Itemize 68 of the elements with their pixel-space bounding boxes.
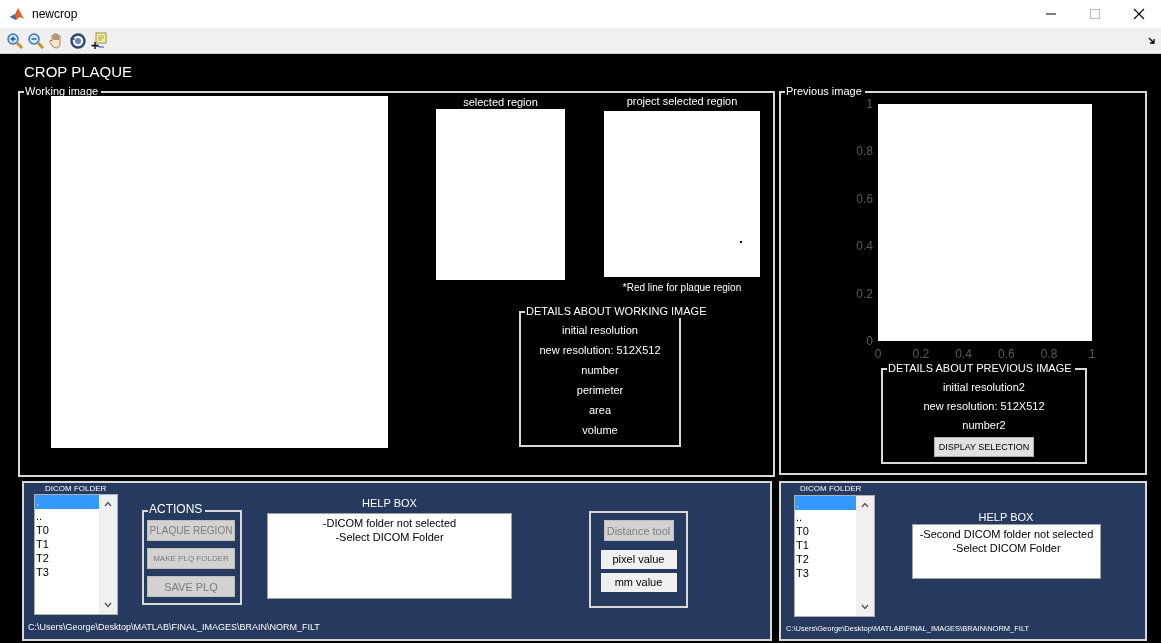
help-title: HELP BOX [977, 511, 1035, 523]
folder-list[interactable]: . .. T0 T1 T2 T3 [794, 495, 875, 617]
tick-label: 0.4 [855, 239, 873, 254]
zoom-out-icon[interactable] [27, 31, 45, 50]
scroll-up-icon[interactable] [861, 502, 869, 508]
tick-label: 0.2 [911, 347, 931, 361]
folder-item[interactable]: .. [35, 509, 99, 523]
detail-text: number2 [962, 418, 1006, 432]
folder-list[interactable]: . .. T0 T1 T2 T3 [34, 494, 118, 615]
window-title: newcrop [32, 7, 78, 21]
folder-item[interactable]: T1 [35, 537, 99, 551]
help-text: -Select DICOM Folder [335, 530, 444, 544]
panel-title: DETAILS ABOUT WORKING IMAGE [525, 305, 710, 318]
tick-label: 0.4 [954, 347, 973, 361]
help-text: -Second DICOM folder not selected [919, 527, 1094, 541]
tick-label: 0.8 [855, 144, 873, 159]
detail-text: number [581, 363, 619, 377]
data-cursor-icon[interactable] [90, 31, 108, 50]
folder-path: C:\Users\George\Desktop\MATLAB\FINAL_IMAGES\BRAIN\NORM_FILT [28, 622, 320, 632]
folder-item[interactable]: T3 [795, 566, 856, 580]
detail-text: volume [582, 423, 618, 437]
folder-item[interactable]: T3 [35, 565, 99, 579]
scrollbar[interactable] [99, 495, 117, 614]
close-icon[interactable] [1133, 8, 1145, 20]
scroll-down-icon[interactable] [861, 604, 869, 610]
axes-title: project selected region [625, 95, 739, 107]
app-icon [9, 6, 25, 22]
tick-label: 0.2 [855, 286, 873, 301]
panel-title: ACTIONS [148, 503, 206, 516]
display-selection-button[interactable]: DISPLAY SELECTION [934, 437, 1034, 457]
detail-text: area [589, 403, 611, 417]
detail-text: initial resolution [562, 323, 638, 337]
tick-label: 0.8 [1039, 347, 1059, 361]
rotate-icon[interactable] [69, 31, 87, 50]
panel-title: Working image [24, 85, 102, 98]
scrollbar[interactable] [856, 496, 874, 616]
tick-label: 0 [865, 333, 873, 348]
help-text: -Select DICOM Folder [952, 541, 1061, 555]
scroll-up-icon[interactable] [104, 501, 112, 507]
dock-arrow-icon[interactable] [1148, 36, 1156, 45]
axes-title: selected region [462, 96, 539, 108]
folder-item[interactable]: T2 [35, 551, 99, 565]
detail-text: new resolution: 512X512 [923, 399, 1045, 413]
list-title: DICOM FOLDER [45, 484, 107, 493]
folder-item[interactable]: T1 [795, 538, 856, 552]
help-text: -DICOM folder not selected [322, 516, 457, 530]
list-title: DICOM FOLDER [800, 484, 862, 493]
detail-text: new resolution: 512X512 [539, 343, 661, 357]
help-title: HELP BOX [361, 497, 418, 509]
zoom-in-icon[interactable] [6, 31, 24, 50]
folder-item[interactable]: T2 [795, 552, 856, 566]
panel-title: Previous image [785, 85, 865, 98]
detail-text: perimeter [576, 383, 624, 397]
tick-label: 0 [873, 347, 883, 361]
folder-item[interactable]: T0 [35, 523, 99, 537]
panel-title: DETAILS ABOUT PREVIOUS IMAGE [887, 362, 1075, 375]
tick-label: 1 [865, 97, 873, 111]
caption: *Red line for plaque region [621, 282, 743, 293]
folder-item[interactable]: T0 [795, 524, 856, 538]
tick-label: 1 [1087, 347, 1097, 361]
app-heading: CROP PLAQUE [24, 63, 133, 80]
tick-label: 0.6 [997, 347, 1016, 361]
value-display: pixel value [600, 550, 677, 569]
folder-item[interactable]: .. [795, 510, 856, 524]
value-display: mm value [600, 573, 677, 592]
detail-text: initial resolution2 [943, 380, 1025, 394]
tick-label: 0.6 [855, 191, 873, 206]
scroll-down-icon[interactable] [104, 602, 112, 608]
